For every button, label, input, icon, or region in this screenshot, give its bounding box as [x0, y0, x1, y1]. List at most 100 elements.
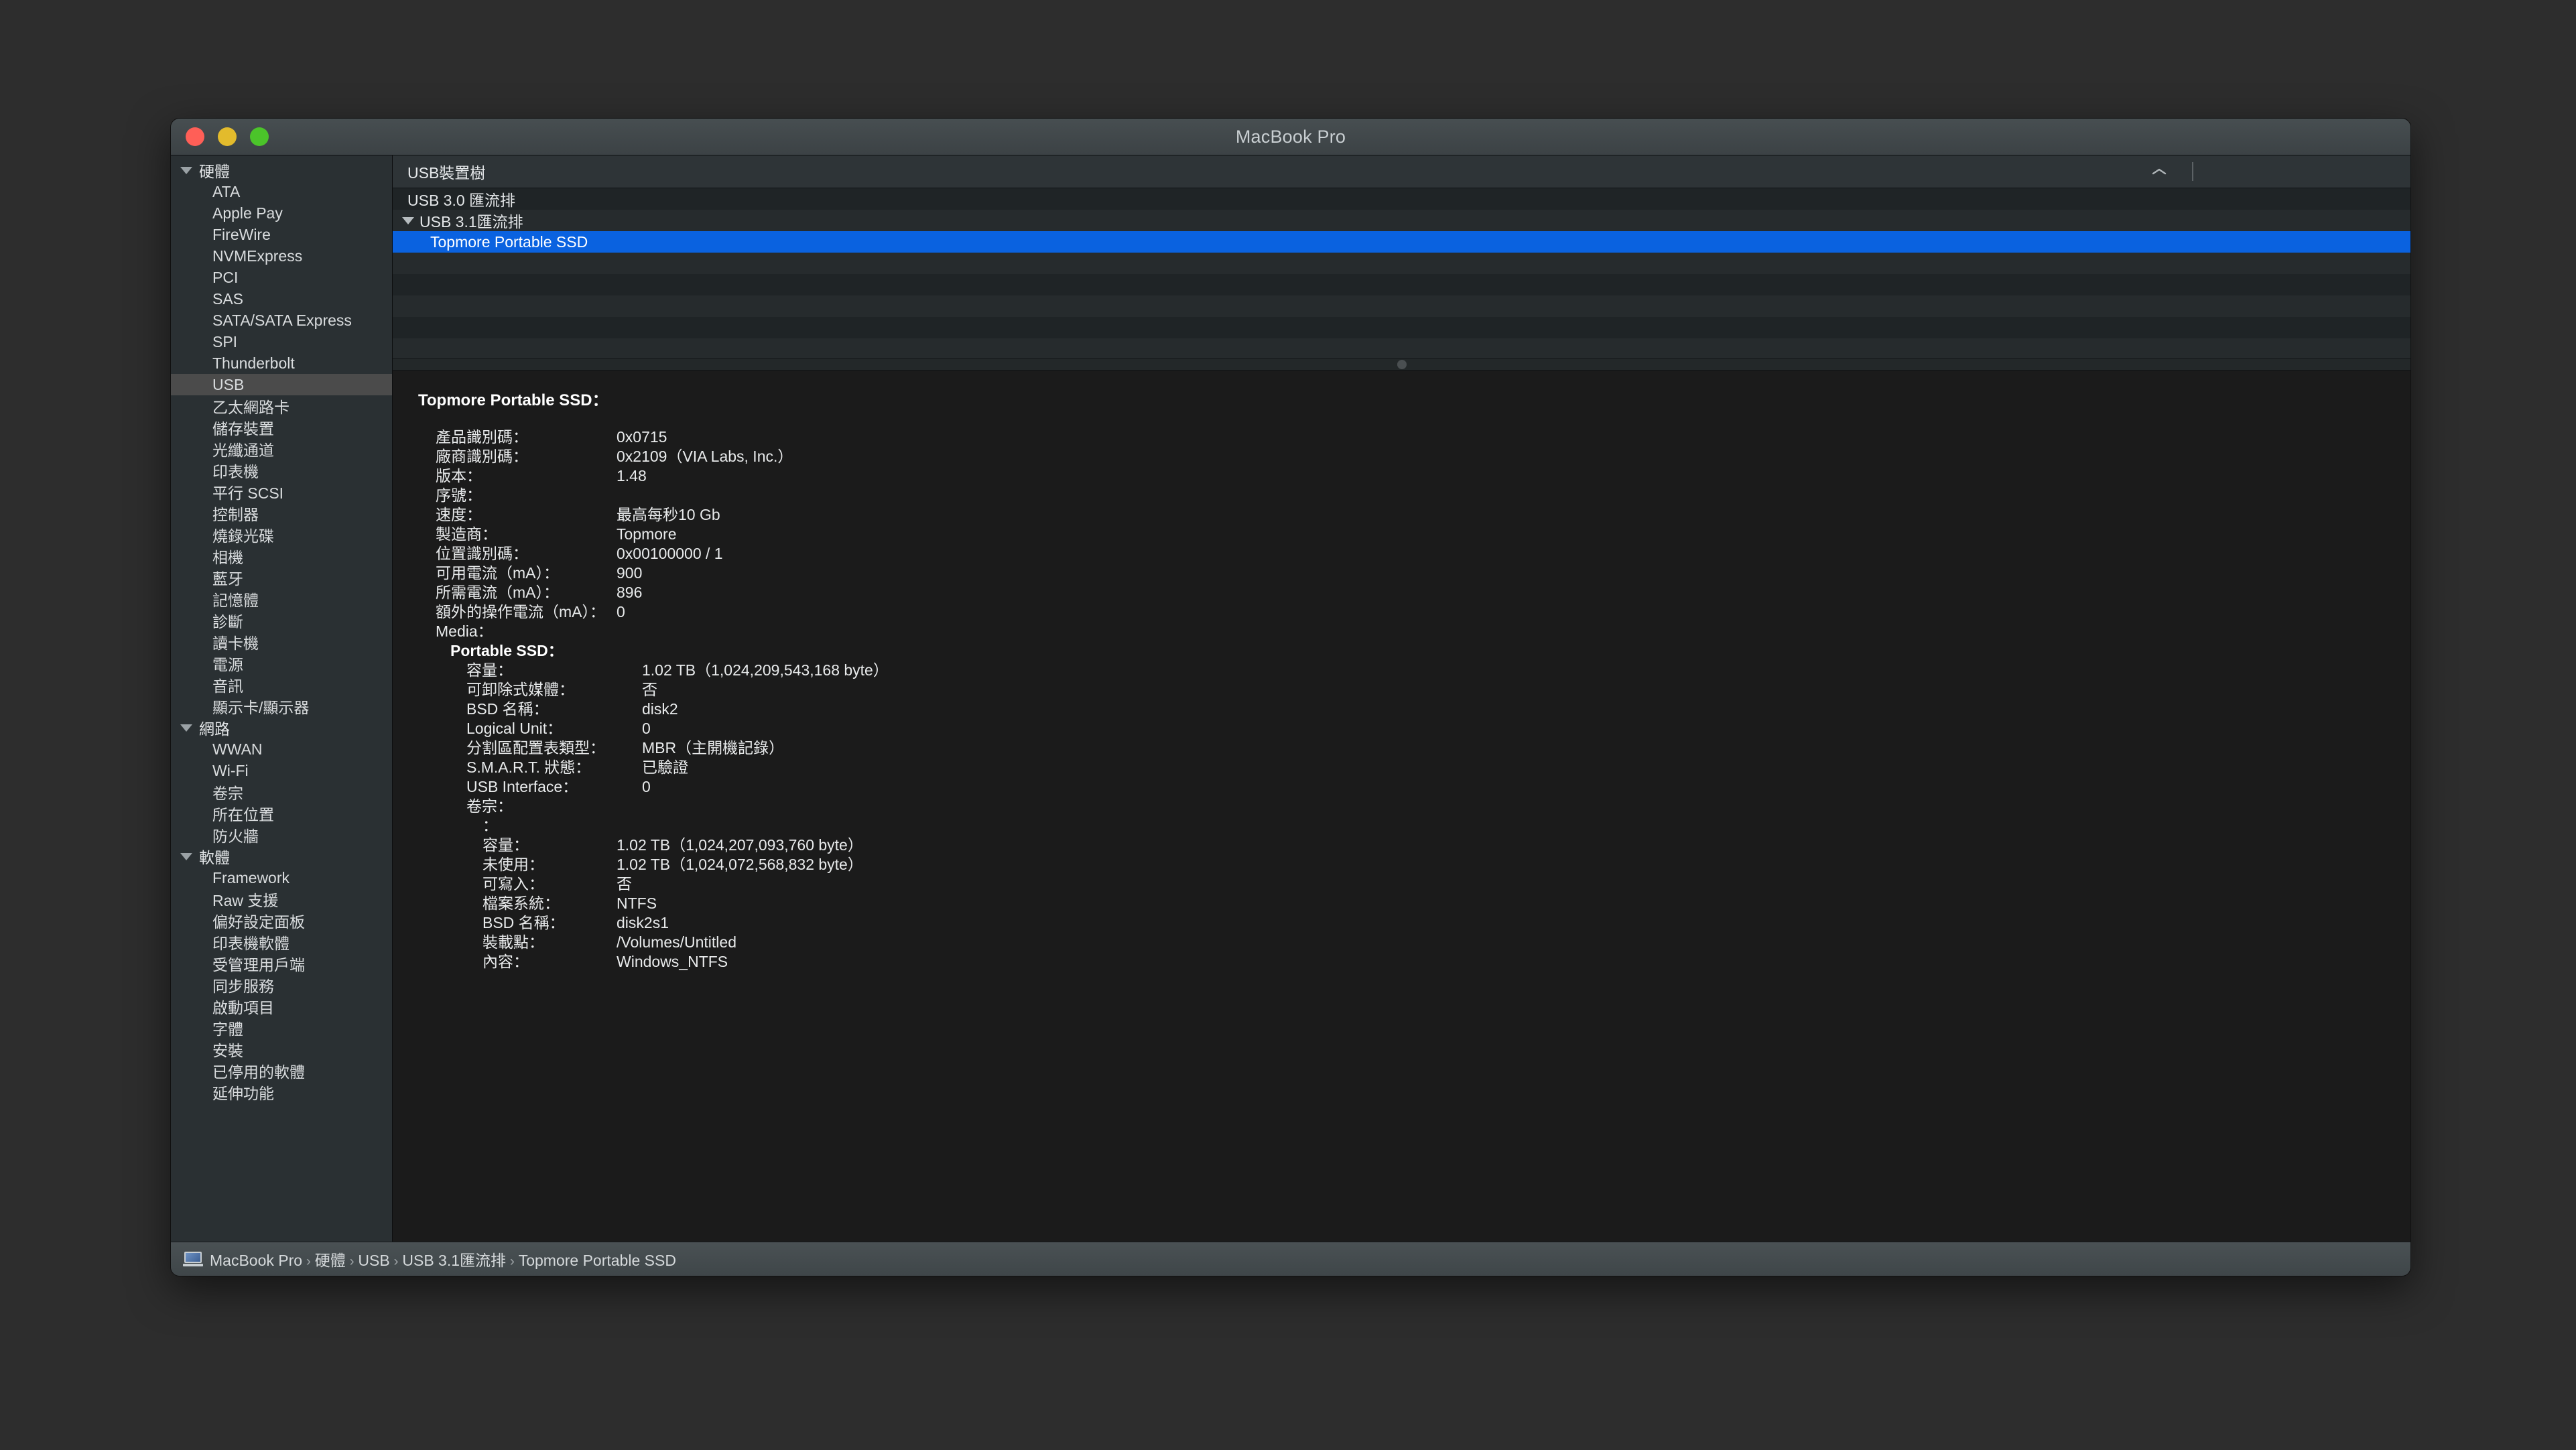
sidebar-item-[interactable]: 藍牙 — [171, 567, 392, 588]
sidebar-item-[interactable]: 控制器 — [171, 503, 392, 524]
detail-row: Logical Unit： 0 — [418, 719, 2410, 738]
tree-row[interactable]: Topmore Portable SSD — [393, 231, 2410, 253]
breadcrumb-item[interactable]: 硬體 — [315, 1252, 346, 1269]
minimize-button-icon[interactable] — [218, 127, 237, 146]
breadcrumb-item[interactable]: USB — [358, 1252, 389, 1269]
disclosure-triangle-icon[interactable] — [180, 166, 192, 174]
sidebar-group-0[interactable]: 硬體 — [171, 159, 392, 181]
sidebar-item-[interactable]: 顯示卡/顯示器 — [171, 696, 392, 717]
sidebar-item-[interactable]: 相機 — [171, 545, 392, 567]
sidebar-group-2[interactable]: 軟體 — [171, 846, 392, 867]
detail-row: USB Interface： 0 — [418, 777, 2410, 797]
sidebar-item-[interactable]: 延伸功能 — [171, 1081, 392, 1103]
detail-row-value: 1.02 TB（1,024,209,543,168 byte） — [642, 661, 889, 679]
sidebar-item-label: 儲存裝置 — [212, 420, 274, 438]
sidebar-item-scsi[interactable]: 平行 SCSI — [171, 481, 392, 503]
sidebar-item-spi[interactable]: SPI — [171, 331, 392, 352]
sidebar-item-[interactable]: 啟動項目 — [171, 996, 392, 1017]
disclosure-triangle-icon[interactable] — [180, 852, 192, 860]
breadcrumb-item[interactable]: Topmore Portable SSD — [519, 1252, 676, 1269]
column-divider[interactable] — [2192, 162, 2193, 181]
sidebar-item-[interactable]: 所在位置 — [171, 803, 392, 824]
sort-ascending-icon[interactable] — [2152, 168, 2167, 176]
sidebar-item-[interactable]: 同步服務 — [171, 974, 392, 996]
sidebar-item-sata-sata-express[interactable]: SATA/SATA Express — [171, 310, 392, 331]
detail-row-value: disk2 — [642, 700, 678, 718]
detail-row: 製造商： Topmore — [418, 525, 2410, 544]
pane-splitter[interactable] — [393, 358, 2410, 371]
tree-row[interactable]: USB 3.1匯流排 — [393, 210, 2410, 231]
detail-row: 容量： 1.02 TB（1,024,207,093,760 byte） — [418, 836, 2410, 855]
sidebar-item-[interactable]: 儲存裝置 — [171, 417, 392, 438]
sidebar-item-wwan[interactable]: WWAN — [171, 738, 392, 760]
sidebar-item-label: 燒錄光碟 — [212, 527, 274, 545]
breadcrumb-item[interactable]: MacBook Pro — [210, 1252, 302, 1269]
sidebar-item-[interactable]: 卷宗 — [171, 781, 392, 803]
sidebar-item-apple-pay[interactable]: Apple Pay — [171, 202, 392, 224]
detail-row: 位置識別碼： 0x00100000 / 1 — [418, 544, 2410, 564]
detail-row: 可卸除式媒體： 否 — [418, 680, 2410, 700]
sidebar-item-[interactable]: 印表機 — [171, 460, 392, 481]
detail-row-key: Media： — [436, 622, 493, 640]
sidebar-item-ata[interactable]: ATA — [171, 181, 392, 202]
sidebar-item-label: 啟動項目 — [212, 999, 274, 1016]
sidebar-item-[interactable]: 記憶體 — [171, 588, 392, 610]
sidebar-item-sas[interactable]: SAS — [171, 288, 392, 310]
sidebar-item-[interactable]: 安裝 — [171, 1039, 392, 1060]
sidebar-item-label: 相機 — [212, 549, 243, 566]
detail-row: ： — [418, 816, 2410, 836]
sidebar-item-[interactable]: 光纖通道 — [171, 438, 392, 460]
detail-row-value: NTFS — [617, 895, 657, 912]
sidebar-item-[interactable]: 偏好設定面板 — [171, 910, 392, 931]
macbook-icon — [183, 1252, 203, 1266]
breadcrumb-statusbar: MacBook Pro › 硬體 › USB › USB 3.1匯流排 › To… — [171, 1242, 2410, 1276]
tree-column-header[interactable]: USB裝置樹 — [393, 155, 2410, 188]
sidebar-item-thunderbolt[interactable]: Thunderbolt — [171, 352, 392, 374]
sidebar-item-pci[interactable]: PCI — [171, 267, 392, 288]
maximize-button-icon[interactable] — [250, 127, 269, 146]
sidebar-item-[interactable]: 診斷 — [171, 610, 392, 631]
detail-row-key: 可用電流（mA）： — [436, 564, 559, 582]
sidebar[interactable]: 硬體 ATA Apple Pay FireWire NVMExpress PCI SAS SA… — [171, 155, 393, 1242]
breadcrumb-item[interactable]: USB 3.1匯流排 — [402, 1252, 506, 1269]
sidebar-item-wi-fi[interactable]: Wi-Fi — [171, 760, 392, 781]
breadcrumb-separator-icon: › — [389, 1254, 403, 1269]
detail-row-key: 額外的操作電流（mA）： — [436, 603, 605, 620]
main-pane: USB裝置樹 USB 3.0 匯流排 USB 3.1匯流排 Topmore Port… — [393, 155, 2410, 1242]
breadcrumb-separator-icon: › — [506, 1254, 519, 1269]
sidebar-item-[interactable]: 乙太網路卡 — [171, 395, 392, 417]
splitter-handle-icon[interactable] — [1397, 360, 1407, 369]
sidebar-item-[interactable]: 讀卡機 — [171, 631, 392, 653]
sidebar-group-label: 軟體 — [199, 849, 230, 866]
disclosure-triangle-icon[interactable] — [402, 216, 414, 224]
disclosure-triangle-icon[interactable] — [180, 724, 192, 732]
window-titlebar[interactable]: MacBook Pro — [171, 119, 2410, 155]
sidebar-item-framework[interactable]: Framework — [171, 867, 392, 888]
sidebar-item-[interactable]: 印表機軟體 — [171, 931, 392, 953]
detail-row: 額外的操作電流（mA）： 0 — [418, 602, 2410, 622]
sidebar-item-label: 卷宗 — [212, 785, 243, 802]
sidebar-item-[interactable]: 音訊 — [171, 674, 392, 696]
detail-row: 未使用： 1.02 TB（1,024,072,568,832 byte） — [418, 855, 2410, 874]
usb-device-tree[interactable]: USB 3.0 匯流排 USB 3.1匯流排 Topmore Portable SS… — [393, 188, 2410, 358]
sidebar-item-[interactable]: 電源 — [171, 653, 392, 674]
sidebar-item-label: 同步服務 — [212, 978, 274, 995]
sidebar-item-[interactable]: 防火牆 — [171, 824, 392, 846]
sidebar-item-label: 防火牆 — [212, 828, 259, 845]
sidebar-item-usb[interactable]: USB — [171, 374, 392, 395]
sidebar-item-[interactable]: 已停用的軟體 — [171, 1060, 392, 1081]
sidebar-item-raw[interactable]: Raw 支援 — [171, 888, 392, 910]
sidebar-item-label: SATA/SATA Express — [212, 311, 352, 329]
detail-row: 可用電流（mA）： 900 — [418, 564, 2410, 583]
sidebar-item-firewire[interactable]: FireWire — [171, 224, 392, 245]
detail-row: BSD 名稱： disk2 — [418, 700, 2410, 719]
detail-row-key: Logical Unit： — [466, 720, 563, 737]
sidebar-item-[interactable]: 燒錄光碟 — [171, 524, 392, 545]
sidebar-group-1[interactable]: 網路 — [171, 717, 392, 738]
sidebar-item-label: 電源 — [212, 656, 243, 673]
sidebar-item-[interactable]: 字體 — [171, 1017, 392, 1039]
sidebar-item-nvmexpress[interactable]: NVMExpress — [171, 245, 392, 267]
sidebar-item-[interactable]: 受管理用戶端 — [171, 953, 392, 974]
tree-row[interactable]: USB 3.0 匯流排 — [393, 188, 2410, 210]
close-button-icon[interactable] — [186, 127, 204, 146]
